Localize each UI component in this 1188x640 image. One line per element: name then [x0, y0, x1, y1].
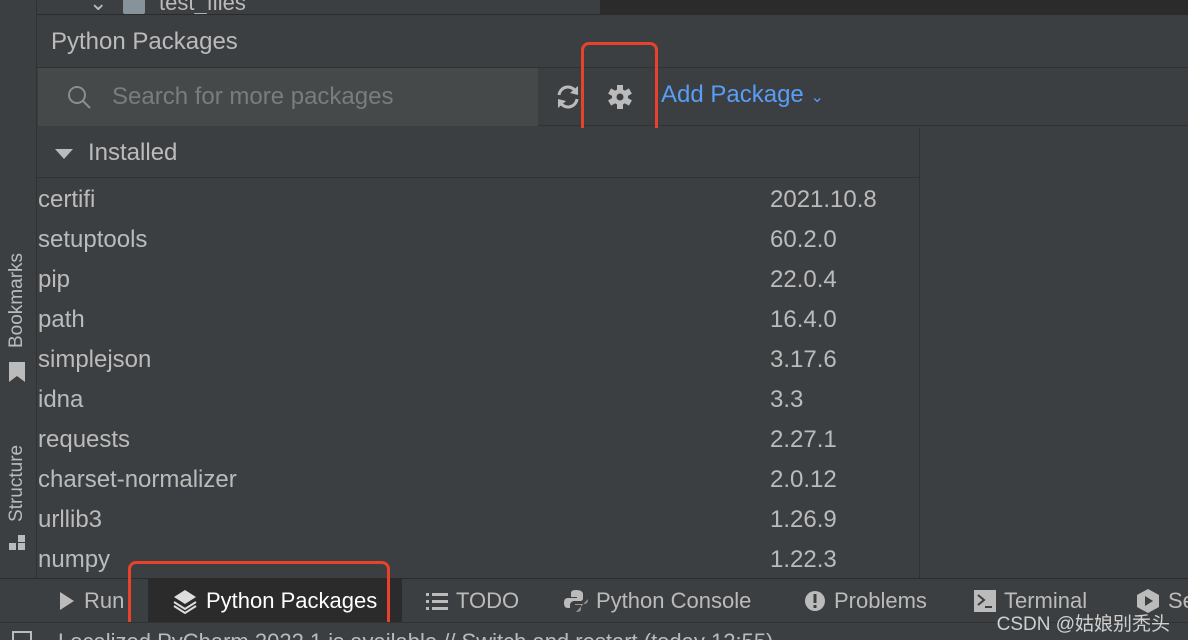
terminal-icon	[974, 590, 996, 612]
search-input[interactable]	[112, 80, 522, 114]
package-version: 16.4.0	[770, 306, 837, 333]
installed-group-header[interactable]: Installed	[37, 128, 919, 178]
package-row[interactable]: idna 3.3	[37, 380, 919, 420]
package-row[interactable]: requests 2.27.1	[37, 420, 919, 460]
search-field[interactable]	[38, 68, 538, 126]
package-row[interactable]: certifi 2021.10.8	[37, 180, 919, 220]
tool-window-label: Run	[84, 588, 125, 613]
installed-packages-list: Installed certifi 2021.10.8 setuptools 60.2…	[37, 128, 920, 578]
package-version: 22.0.4	[770, 266, 837, 293]
package-row[interactable]: simplejson 3.17.6	[37, 340, 919, 380]
bookmark-icon	[9, 362, 25, 382]
play-icon	[58, 591, 76, 611]
package-version: 3.3	[770, 386, 804, 413]
package-version: 2.27.1	[770, 426, 837, 453]
panel-title: Python Packages	[51, 28, 238, 55]
package-details-pane	[921, 128, 1188, 578]
list-icon	[426, 591, 448, 611]
refresh-icon[interactable]	[554, 83, 582, 111]
package-name: idna	[38, 386, 84, 413]
tool-window-label: Python Console	[596, 588, 752, 613]
structure-icon	[9, 535, 25, 551]
watermark: CSDN @姑娘别秃头	[996, 614, 1170, 635]
package-name: certifi	[38, 186, 96, 213]
package-row[interactable]: path 16.4.0	[37, 300, 919, 340]
triangle-down-icon	[55, 149, 73, 159]
installed-label: Installed	[88, 139, 178, 166]
package-row[interactable]: urllib3 1.26.9	[37, 500, 919, 540]
chevron-down-icon[interactable]: ⌄	[89, 0, 107, 14]
package-name: numpy	[38, 546, 111, 573]
chevron-down-icon: ⌄	[810, 89, 824, 106]
package-version: 3.17.6	[770, 346, 837, 373]
search-icon	[68, 86, 91, 109]
structure-tab[interactable]: Structure	[6, 445, 28, 522]
tool-window-label: TODO	[456, 588, 520, 613]
tool-window-todo[interactable]: TODO	[426, 579, 519, 623]
tree-folder[interactable]: test_files	[159, 0, 246, 14]
package-name: simplejson	[38, 346, 152, 373]
status-icon	[12, 631, 32, 640]
package-row[interactable]: pip 22.0.4	[37, 260, 919, 300]
package-version: 1.22.3	[770, 546, 837, 573]
tool-window-python-console[interactable]: Python Console	[564, 579, 751, 623]
python-icon	[564, 589, 588, 613]
package-version: 2.0.12	[770, 466, 837, 493]
package-name: requests	[38, 426, 131, 453]
tool-window-label: Se	[1168, 588, 1188, 613]
add-package-button[interactable]: Add Package ⌄	[661, 81, 824, 109]
status-text[interactable]: Localized PyCharm 2022.1 is available //…	[58, 629, 773, 640]
add-package-label: Add Package	[661, 81, 804, 108]
package-name: path	[38, 306, 85, 333]
package-row[interactable]: setuptools 60.2.0	[37, 220, 919, 260]
package-row[interactable]: charset-normalizer 2.0.12	[37, 460, 919, 500]
tool-window-label: Problems	[834, 588, 927, 613]
package-name: setuptools	[38, 226, 148, 253]
package-version: 1.26.9	[770, 506, 837, 533]
tool-window-problems[interactable]: Problems	[804, 579, 927, 623]
exclamation-icon	[804, 590, 826, 612]
bookmarks-tab[interactable]: Bookmarks	[6, 253, 28, 348]
project-tree-strip: ⌄ test_files	[37, 0, 1188, 14]
folder-icon	[123, 0, 145, 14]
package-version: 60.2.0	[770, 226, 837, 253]
package-name: charset-normalizer	[38, 466, 237, 493]
package-name: urllib3	[38, 506, 103, 533]
tool-window-run[interactable]: Run	[58, 579, 124, 623]
package-name: pip	[38, 266, 71, 293]
package-version: 2021.10.8	[770, 186, 877, 213]
left-tool-strip: Bookmarks Structure	[0, 0, 37, 578]
